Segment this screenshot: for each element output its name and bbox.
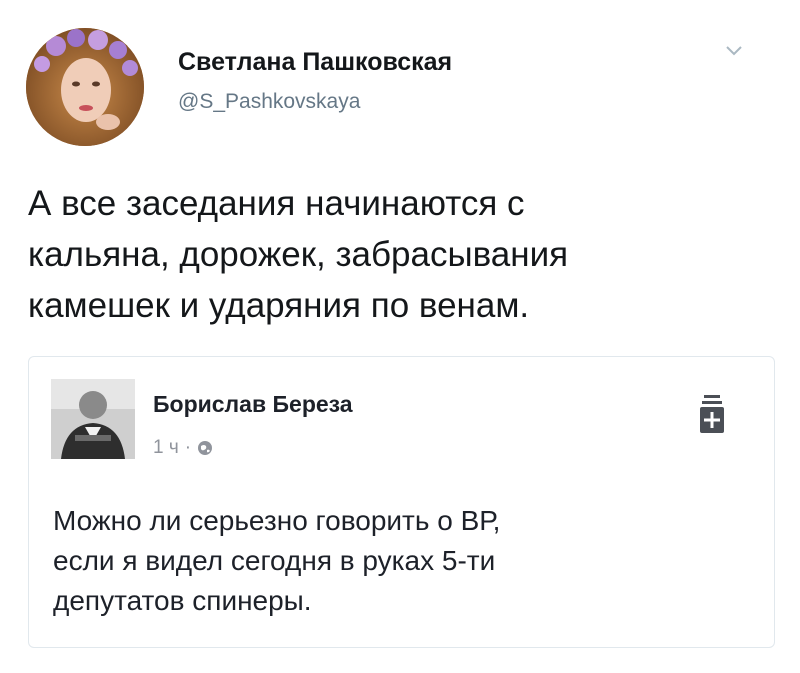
quoted-author-avatar[interactable] — [51, 379, 135, 459]
globe-icon — [198, 441, 213, 455]
tweet-text: А все заседания начинаются с кальяна, до… — [28, 178, 768, 331]
meta-separator: · — [184, 437, 192, 458]
avatar-image — [26, 28, 144, 146]
tweet-text-line: камешек и ударяния по венам. — [28, 286, 530, 325]
author-handle[interactable]: @S_Pashkovskaya — [178, 90, 360, 114]
quoted-post-text: Можно ли серьезно говорить о ВР, если я … — [53, 501, 753, 621]
tweet-text-line: А все заседания начинаются с — [28, 184, 525, 223]
quoted-author-name[interactable]: Борислав Береза — [153, 391, 353, 418]
tweet: Светлана Пашковская @S_Pashkovskaya А вс… — [0, 0, 800, 673]
tweet-text-line: кальяна, дорожек, забрасывания — [28, 235, 569, 274]
quoted-post-time[interactable]: 1 ч — [153, 437, 179, 459]
author-avatar[interactable] — [26, 28, 144, 146]
quoted-post-card[interactable]: Борислав Береза 1 ч · Можно ли серьезно … — [28, 356, 775, 648]
quoted-text-line: депутатов спинеры. — [53, 585, 312, 616]
quoted-text-line: если я видел сегодня в руках 5-ти — [53, 545, 496, 576]
chevron-down-icon[interactable] — [724, 44, 744, 58]
save-bookmark-icon[interactable] — [699, 393, 725, 439]
quoted-post-meta: 1 ч · — [153, 437, 213, 459]
author-display-name[interactable]: Светлана Пашковская — [178, 48, 452, 77]
quoted-text-line: Можно ли серьезно говорить о ВР, — [53, 505, 501, 536]
quoted-avatar-image — [51, 379, 135, 459]
